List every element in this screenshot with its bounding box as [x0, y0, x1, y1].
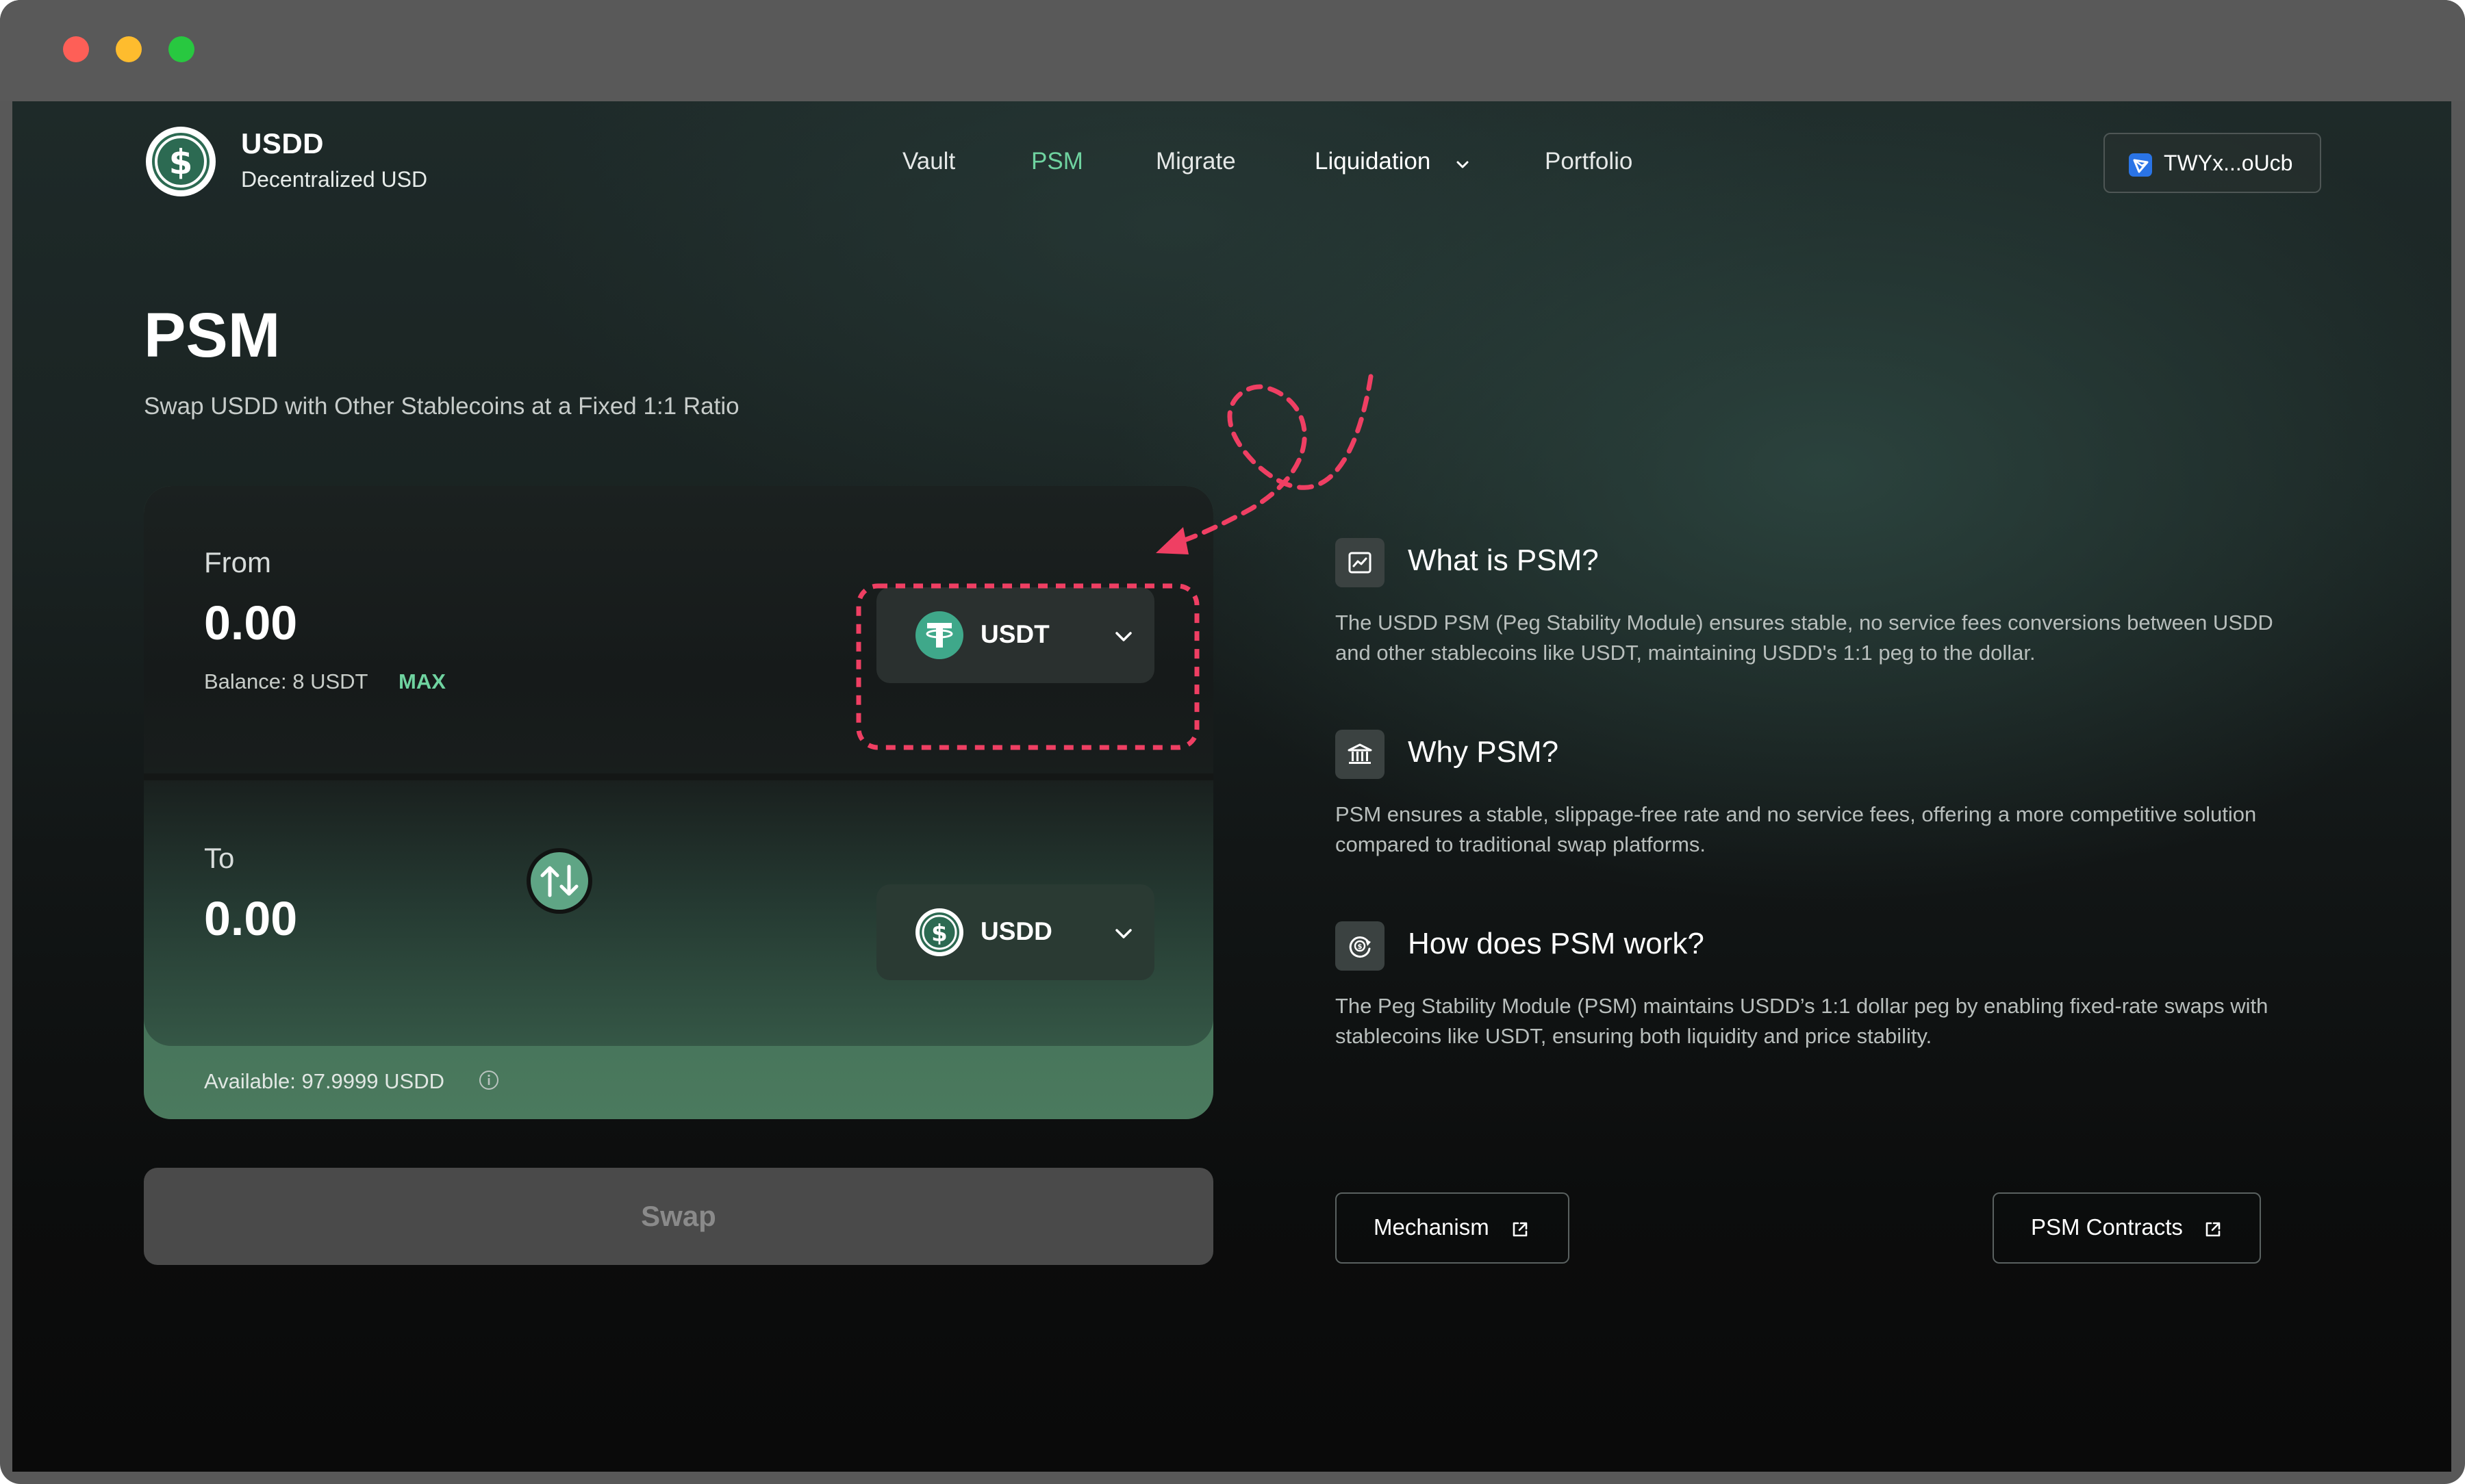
chevron-down-icon — [1115, 632, 1132, 641]
info-icon[interactable] — [478, 1069, 500, 1091]
psm-contracts-label: PSM Contracts — [2031, 1214, 2183, 1240]
swap-card: From 0.00 Balance: 8 USDT MAX USDT To 0.… — [144, 486, 1213, 1119]
mechanism-label: Mechanism — [1374, 1214, 1489, 1240]
chart-box-icon — [1335, 538, 1385, 587]
brand-tagline: Decentralized USD — [241, 167, 428, 192]
to-label: To — [204, 842, 235, 874]
browser-window: $ USDD Decentralized USD Vault PSM Migra… — [0, 0, 2465, 1484]
to-token-select[interactable]: $ USDD — [876, 884, 1154, 980]
maximize-window-button[interactable] — [168, 36, 194, 62]
nav-vault[interactable]: Vault — [902, 148, 955, 175]
from-token-select[interactable]: USDT — [876, 587, 1154, 683]
max-button[interactable]: MAX — [399, 669, 446, 694]
faq-body-what: The USDD PSM (Peg Stability Module) ensu… — [1335, 611, 2273, 665]
svg-text:$: $ — [169, 142, 193, 182]
coin-cycle-icon: $ — [1335, 921, 1385, 971]
swap-button[interactable]: Swap — [144, 1168, 1213, 1265]
close-window-button[interactable] — [63, 36, 89, 62]
swap-divider — [144, 773, 1213, 780]
app-viewport: $ USDD Decentralized USD Vault PSM Migra… — [12, 101, 2451, 1472]
external-link-icon — [1513, 1222, 1528, 1237]
from-amount-input[interactable]: 0.00 — [204, 596, 297, 650]
nav-portfolio[interactable]: Portfolio — [1545, 148, 1632, 175]
faq-body-how: The Peg Stability Module (PSM) maintains… — [1335, 994, 2268, 1048]
wallet-button[interactable]: TWYx...oUcb — [2103, 133, 2321, 193]
swap-direction-icon[interactable] — [526, 847, 593, 914]
chevron-down-icon[interactable] — [1454, 156, 1471, 172]
psm-contracts-link[interactable]: PSM Contracts — [1993, 1192, 2261, 1264]
minimize-window-button[interactable] — [116, 36, 142, 62]
chevron-down-icon — [1115, 929, 1132, 938]
swap-card-inner: From 0.00 Balance: 8 USDT MAX USDT To 0.… — [144, 486, 1213, 1046]
usdd-logo-icon[interactable]: $ — [144, 125, 218, 199]
nav-migrate[interactable]: Migrate — [1156, 148, 1236, 175]
from-balance: Balance: 8 USDT — [204, 669, 368, 693]
usdd-token-icon: $ — [915, 908, 963, 956]
bank-icon — [1335, 730, 1385, 779]
brand-name: USDD — [241, 127, 325, 159]
faq-title-what: What is PSM? — [1408, 543, 1599, 577]
from-token-name: USDT — [981, 620, 1050, 648]
to-token-name: USDD — [981, 917, 1052, 945]
faq-body-why: PSM ensures a stable, slippage-free rate… — [1335, 802, 2257, 856]
usdt-token-icon — [915, 611, 963, 659]
svg-text:$: $ — [1358, 943, 1363, 951]
svg-text:$: $ — [931, 920, 948, 947]
available-liquidity: Available: 97.9999 USDD — [204, 1069, 444, 1093]
faq-title-how: How does PSM work? — [1408, 927, 1704, 960]
wallet-address: TWYx...oUcb — [2164, 151, 2293, 175]
nav-psm[interactable]: PSM — [1031, 148, 1083, 175]
tronlink-icon — [2129, 153, 2152, 177]
faq-title-why: Why PSM? — [1408, 735, 1559, 769]
from-label: From — [204, 546, 271, 578]
window-titlebar — [0, 0, 2465, 101]
page-subtitle: Swap USDD with Other Stablecoins at a Fi… — [144, 393, 740, 420]
page-title: PSM — [144, 300, 281, 370]
external-link-icon — [2205, 1222, 2221, 1237]
mechanism-link[interactable]: Mechanism — [1335, 1192, 1569, 1264]
nav-liquidation[interactable]: Liquidation — [1315, 148, 1430, 175]
to-amount: 0.00 — [204, 892, 298, 945]
